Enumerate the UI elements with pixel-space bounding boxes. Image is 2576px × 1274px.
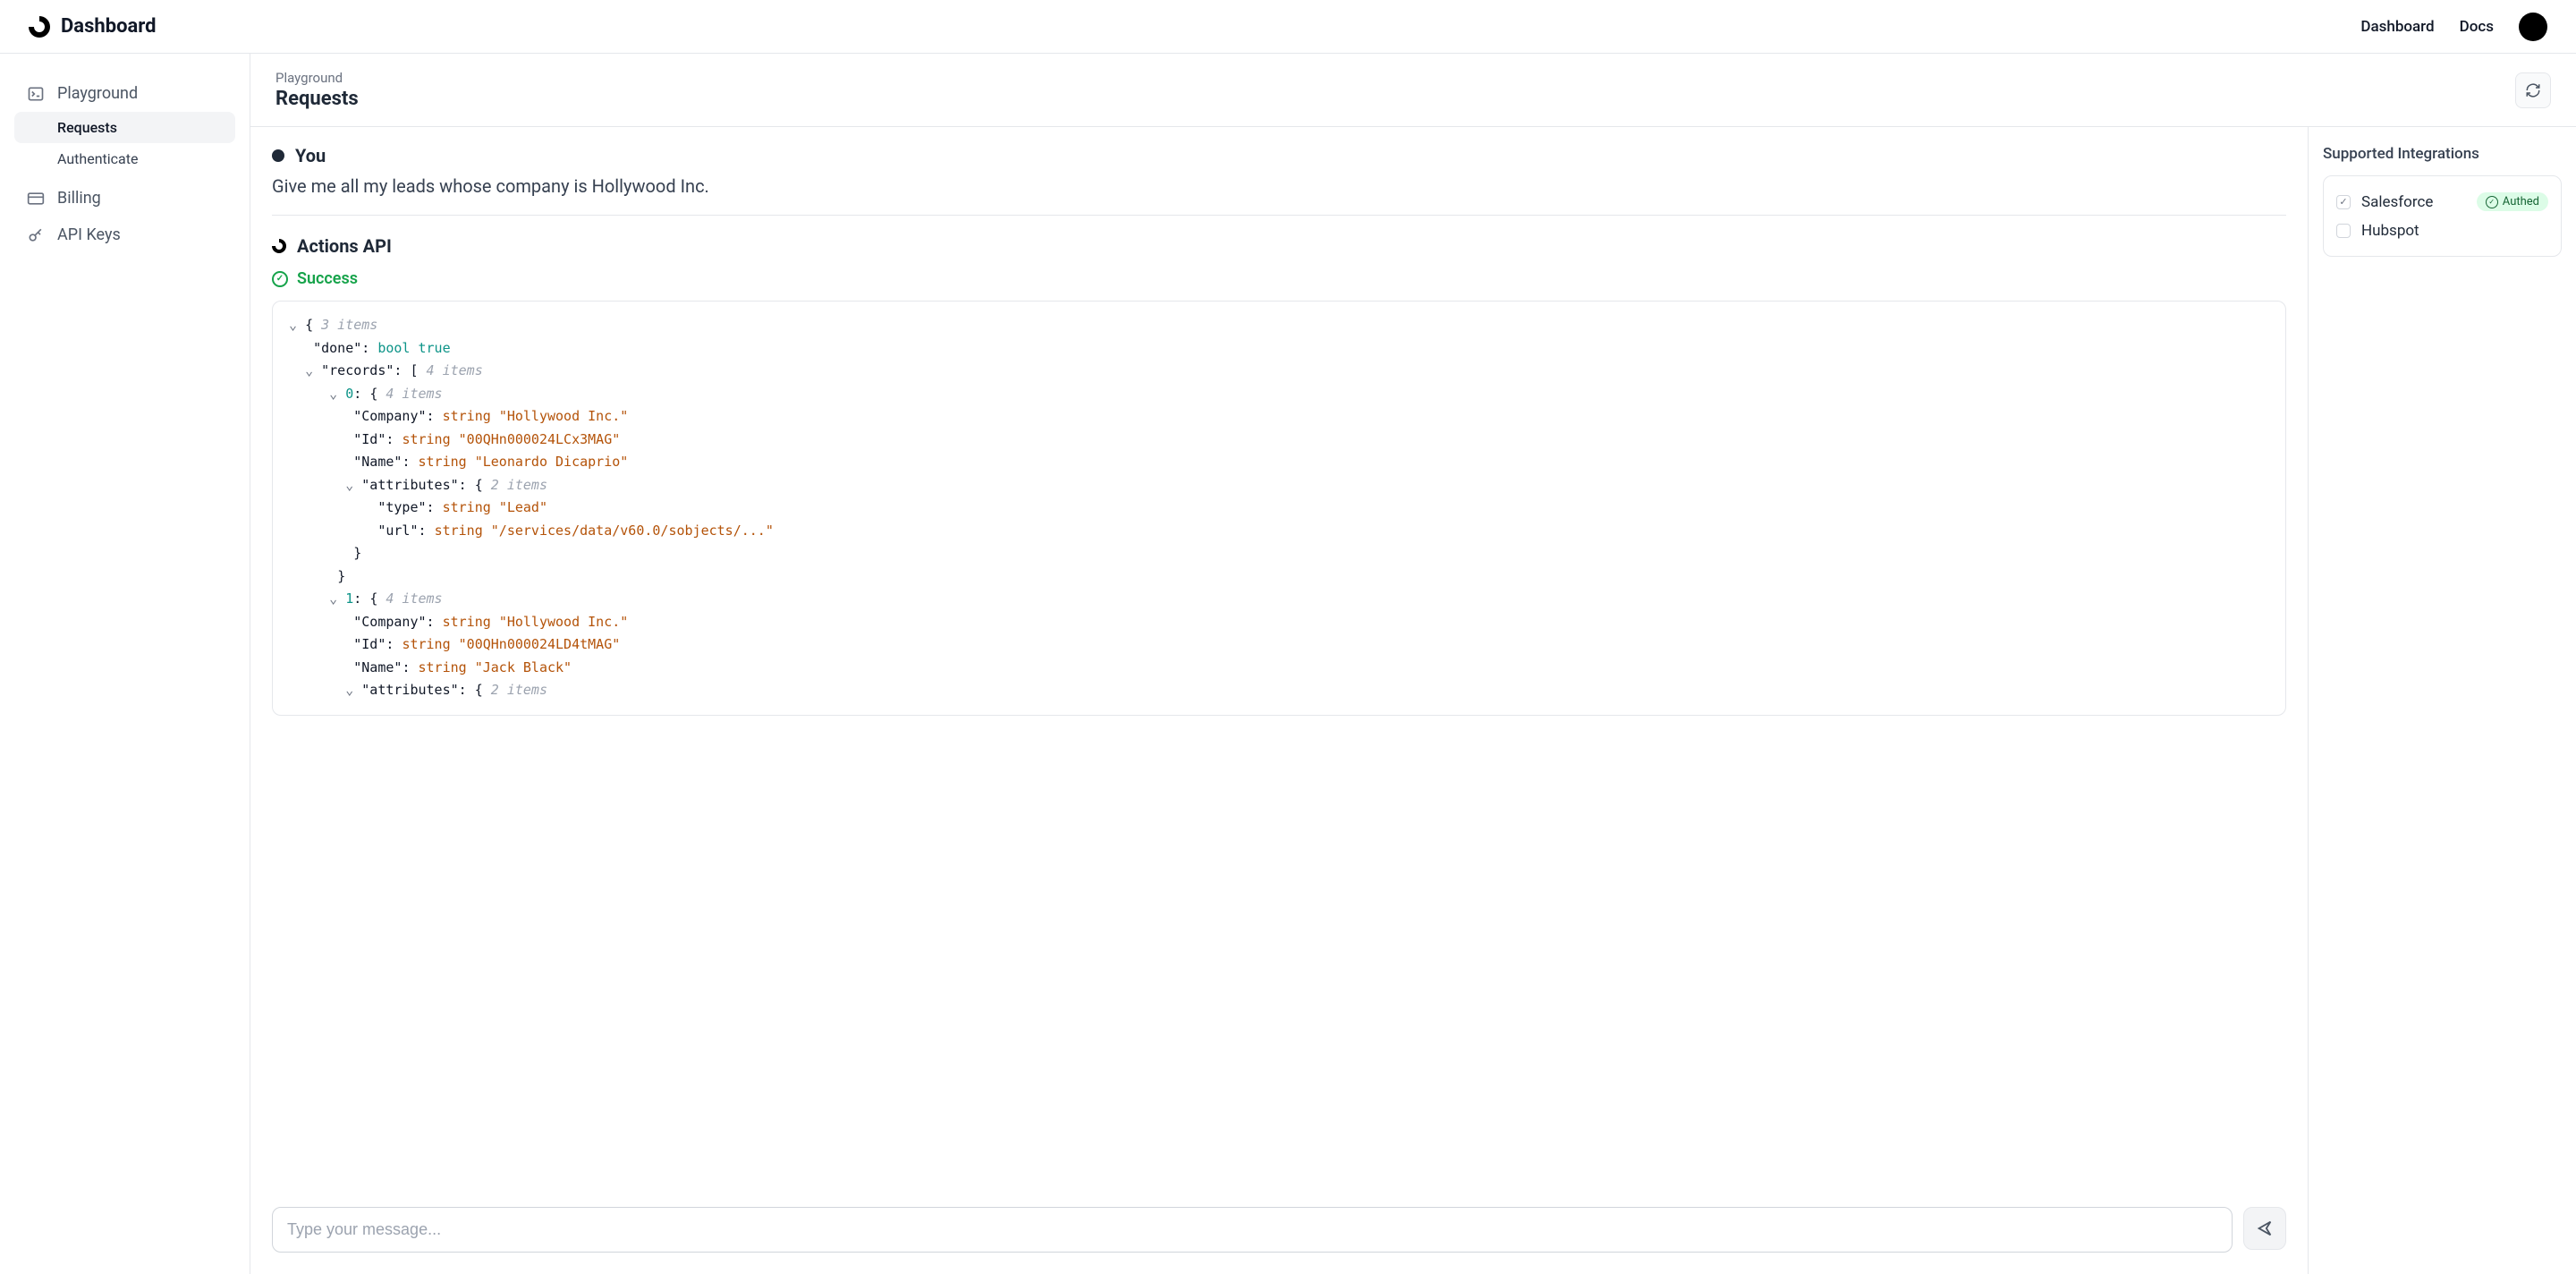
sidebar-item-billing[interactable]: Billing bbox=[14, 180, 235, 217]
input-bar bbox=[250, 1193, 2308, 1274]
sidebar-item-label: API Keys bbox=[57, 225, 121, 244]
json-caret[interactable]: ⌄ bbox=[345, 682, 361, 698]
checkbox-hubspot[interactable] bbox=[2336, 224, 2351, 238]
breadcrumb: Playground bbox=[275, 70, 359, 86]
sidebar-item-label: Playground bbox=[57, 84, 138, 103]
sidebar-item-api-keys[interactable]: API Keys bbox=[14, 217, 235, 253]
sidebar-item-label: Requests bbox=[57, 119, 117, 136]
brand-logo-icon bbox=[29, 16, 50, 38]
status-text: Success bbox=[297, 269, 358, 288]
json-caret[interactable]: ⌄ bbox=[345, 477, 361, 493]
sidebar-sub-requests[interactable]: Requests bbox=[14, 112, 235, 143]
terminal-icon bbox=[27, 85, 45, 103]
topbar: Dashboard Dashboard Docs bbox=[0, 0, 2576, 54]
message-author: Actions API bbox=[297, 235, 392, 257]
sidebar-sub-authenticate[interactable]: Authenticate bbox=[14, 143, 235, 174]
send-button[interactable] bbox=[2243, 1207, 2286, 1250]
message-input[interactable] bbox=[272, 1207, 2233, 1253]
authed-badge: Authed bbox=[2477, 192, 2548, 211]
sidebar-item-playground[interactable]: Playground bbox=[14, 75, 235, 112]
integrations-list: Salesforce Authed Hubspot bbox=[2323, 175, 2562, 257]
sidebar-item-label: Authenticate bbox=[57, 150, 138, 167]
json-caret[interactable]: ⌄ bbox=[289, 317, 305, 333]
send-icon bbox=[2255, 1219, 2275, 1238]
json-caret[interactable]: ⌄ bbox=[305, 362, 321, 378]
checkbox-salesforce[interactable] bbox=[2336, 195, 2351, 209]
sidebar-item-label: Billing bbox=[57, 189, 101, 208]
brand: Dashboard bbox=[29, 15, 157, 38]
json-response: ⌄ { 3 items "done": bool true ⌄ "records… bbox=[272, 301, 2286, 716]
message-author: You bbox=[295, 145, 326, 166]
message-api: Actions API ✓ Success ⌄ { 3 items "done"… bbox=[272, 235, 2286, 716]
check-circle-icon: ✓ bbox=[272, 271, 288, 287]
status-row: ✓ Success bbox=[272, 269, 2286, 288]
integration-name: Salesforce bbox=[2361, 193, 2433, 211]
integration-name: Hubspot bbox=[2361, 222, 2419, 240]
sidebar: Playground Requests Authenticate Billing… bbox=[0, 54, 250, 1274]
panel-title: Supported Integrations bbox=[2323, 145, 2562, 163]
refresh-button[interactable] bbox=[2515, 72, 2551, 108]
user-avatar[interactable] bbox=[2519, 13, 2547, 41]
brand-title: Dashboard bbox=[61, 15, 157, 38]
credit-card-icon bbox=[27, 190, 45, 208]
page-title: Requests bbox=[275, 88, 359, 110]
json-caret[interactable]: ⌄ bbox=[329, 590, 345, 607]
json-caret[interactable]: ⌄ bbox=[329, 386, 345, 402]
nav-dashboard[interactable]: Dashboard bbox=[2360, 18, 2434, 36]
message-user: You Give me all my leads whose company i… bbox=[272, 145, 2286, 216]
topnav: Dashboard Docs bbox=[2360, 13, 2547, 41]
refresh-icon bbox=[2525, 82, 2541, 98]
right-panel: Supported Integrations Salesforce Authed… bbox=[2308, 127, 2576, 1274]
nav-docs[interactable]: Docs bbox=[2460, 18, 2494, 36]
key-icon bbox=[27, 226, 45, 244]
user-dot-icon bbox=[272, 149, 284, 162]
api-logo-icon bbox=[272, 239, 286, 253]
main-header: Playground Requests bbox=[250, 54, 2576, 127]
integration-row-salesforce: Salesforce Authed bbox=[2336, 187, 2548, 217]
message-text: Give me all my leads whose company is Ho… bbox=[272, 175, 2286, 216]
chat-scroll[interactable]: You Give me all my leads whose company i… bbox=[250, 127, 2308, 1193]
integration-row-hubspot: Hubspot bbox=[2336, 217, 2548, 245]
